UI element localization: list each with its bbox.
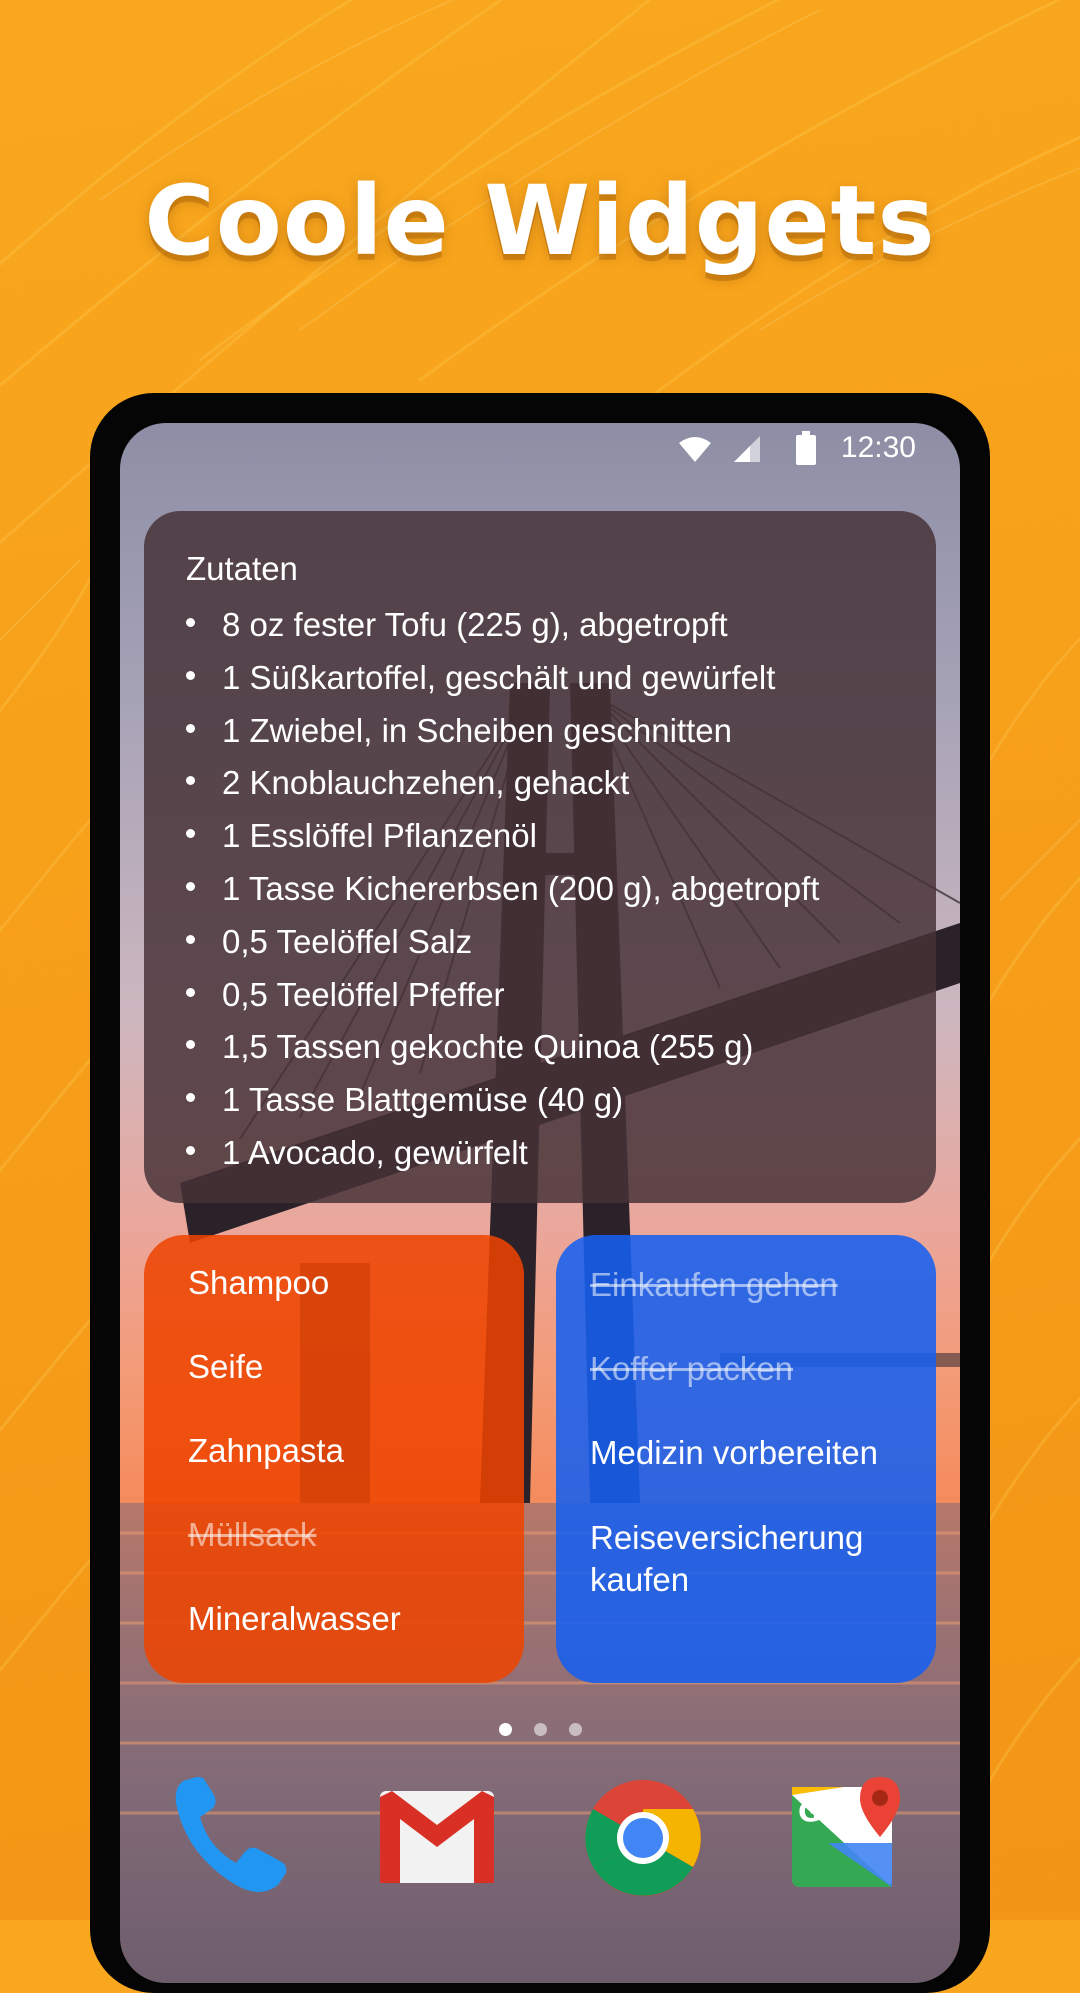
page-dot[interactable] <box>498 1723 512 1736</box>
ingredient-item: 0,5 Teelöffel Pfeffer <box>186 969 896 1022</box>
todo-item-muellsack[interactable]: Müllsack <box>188 1515 504 1555</box>
ingredients-title: Zutaten <box>186 550 298 587</box>
ingredient-item: 1 Tasse Kichererbsen (200 g), abgetropft <box>186 863 896 916</box>
ingredient-item: 1,5 Tassen gekochte Quinoa (255 g) <box>186 1021 896 1074</box>
todo-item-zahnpasta[interactable]: Zahnpasta <box>188 1431 504 1471</box>
todo-item-seife[interactable]: Seife <box>188 1347 504 1387</box>
todo-item-mineralwasser[interactable]: Mineralwasser <box>188 1599 504 1639</box>
phone-frame: 12:30 Zutaten 8 oz fester Tofu (225 g), … <box>90 393 990 1993</box>
shopping-list-widget[interactable]: Shampoo Seife Zahnpasta Müllsack Mineral… <box>144 1235 524 1683</box>
gmail-icon[interactable] <box>372 1773 502 1903</box>
ingredient-item: 2 Knoblauchzehen, gehackt <box>186 757 896 810</box>
signal-icon <box>734 436 760 462</box>
page-dot[interactable] <box>533 1723 547 1736</box>
page-indicator <box>120 1723 960 1741</box>
ingredient-item: 1 Zwiebel, in Scheiben geschnitten <box>186 705 896 758</box>
ingredient-item: 1 Süßkartoffel, geschält und gewürfelt <box>186 652 896 705</box>
status-bar: 12:30 <box>120 423 960 483</box>
ingredients-widget[interactable]: Zutaten 8 oz fester Tofu (225 g), abgetr… <box>144 511 936 1203</box>
chrome-icon[interactable] <box>578 1773 708 1903</box>
ingredient-item: 0,5 Teelöffel Salz <box>186 916 896 969</box>
todo-item-reiseversicherung[interactable]: Reiseversicherung kaufen <box>590 1517 916 1601</box>
ingredient-item: 1 Esslöffel Pflanzenöl <box>186 810 896 863</box>
page-dot[interactable] <box>568 1723 582 1736</box>
ingredient-item: 1 Avocado, gewürfelt <box>186 1127 896 1180</box>
todo-item-einkaufen[interactable]: Einkaufen gehen <box>590 1265 916 1305</box>
ingredients-list: 8 oz fester Tofu (225 g), abgetropft 1 S… <box>186 599 896 1180</box>
todo-item-medizin[interactable]: Medizin vorbereiten <box>590 1433 916 1473</box>
todo-item-koffer[interactable]: Koffer packen <box>590 1349 916 1389</box>
home-screen: 12:30 Zutaten 8 oz fester Tofu (225 g), … <box>120 423 960 1983</box>
phone-icon[interactable] <box>168 1773 298 1903</box>
battery-icon <box>796 431 816 465</box>
ingredient-item: 8 oz fester Tofu (225 g), abgetropft <box>186 599 896 652</box>
headline: Coole Widgets <box>144 165 936 277</box>
app-dock: G <box>120 1773 960 1943</box>
todo-item-shampoo[interactable]: Shampoo <box>188 1263 504 1303</box>
svg-text:G: G <box>798 1795 821 1828</box>
wifi-icon <box>679 437 711 462</box>
travel-list-widget[interactable]: Einkaufen gehen Koffer packen Medizin vo… <box>556 1235 936 1683</box>
ingredient-item: 1 Tasse Blattgemüse (40 g) <box>186 1074 896 1127</box>
status-time: 12:30 <box>840 431 916 464</box>
maps-icon[interactable]: G <box>784 1773 914 1903</box>
